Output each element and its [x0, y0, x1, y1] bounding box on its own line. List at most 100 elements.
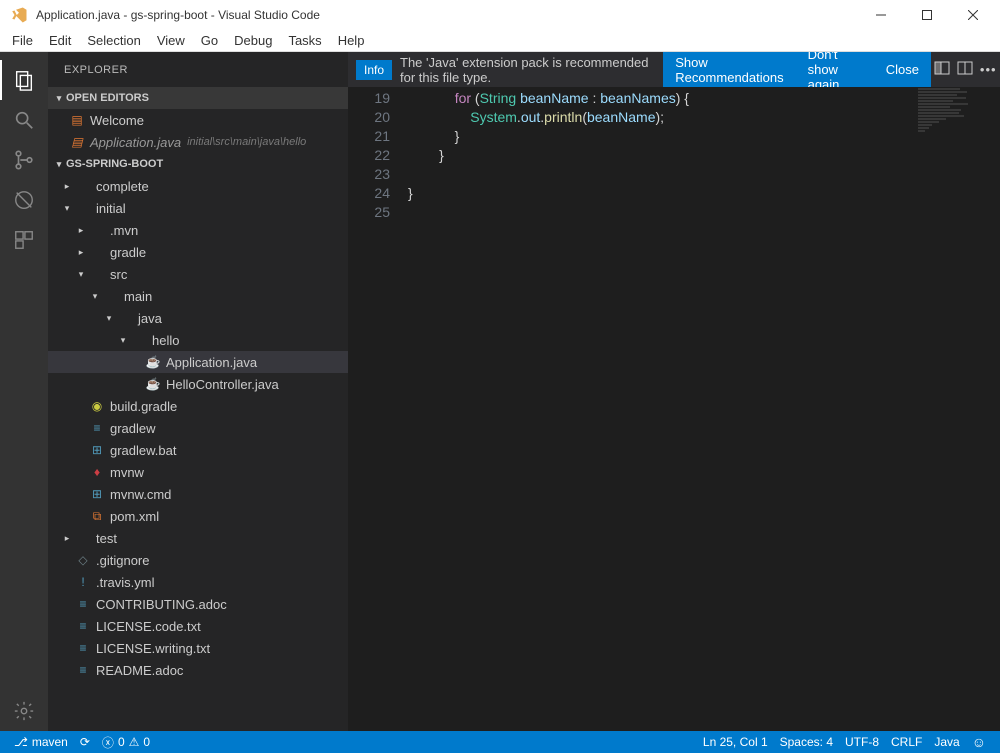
file-item[interactable]: ⊞mvnw.cmd — [48, 483, 348, 505]
file-type-icon: ◇ — [74, 553, 92, 567]
line-gutter: 19202122232425 — [348, 87, 408, 731]
file-type-icon: ♦ — [88, 465, 106, 479]
activity-search[interactable] — [0, 100, 48, 140]
menu-selection[interactable]: Selection — [79, 31, 148, 50]
menu-tasks[interactable]: Tasks — [280, 31, 329, 50]
open-editors-header[interactable]: ▾ OPEN EDITORS — [48, 87, 348, 109]
file-type-icon: ☕ — [144, 377, 162, 391]
window-minimize-button[interactable] — [858, 0, 904, 30]
notification-action-close[interactable]: Close — [874, 52, 931, 87]
notification-action-don-t-show-again[interactable]: Don't show again — [796, 52, 874, 87]
notification-action-show-recommendations[interactable]: Show Recommendations — [663, 52, 795, 87]
open-editor-item[interactable]: ▤Application.javainitial\src\main\java\h… — [48, 131, 348, 153]
chevron-right-icon: ▸ — [74, 225, 88, 236]
file-item[interactable]: ♦mvnw — [48, 461, 348, 483]
status-spaces[interactable]: Spaces: 4 — [774, 735, 839, 749]
layout-icon[interactable] — [957, 60, 973, 79]
file-item[interactable]: ≡CONTRIBUTING.adoc — [48, 593, 348, 615]
file-item[interactable]: ⧉pom.xml — [48, 505, 348, 527]
status-branch[interactable]: ⎇ maven — [8, 735, 74, 749]
menu-view[interactable]: View — [149, 31, 193, 50]
chevron-down-icon: ▾ — [60, 203, 74, 214]
open-editor-item[interactable]: ▤Welcome — [48, 109, 348, 131]
folder-item[interactable]: ▸complete — [48, 175, 348, 197]
code-content[interactable]: for (String beanName : beanNames) { Syst… — [408, 87, 1000, 731]
status-problems[interactable]: ⓧ0 ⚠0 — [96, 734, 156, 751]
file-type-icon: ≡ — [88, 421, 106, 435]
file-item[interactable]: ◇.gitignore — [48, 549, 348, 571]
feedback-icon[interactable]: ☺ — [966, 734, 992, 750]
chevron-right-icon: ▸ — [60, 181, 74, 192]
file-item[interactable]: ≡gradlew — [48, 417, 348, 439]
activity-settings[interactable] — [0, 691, 48, 731]
status-encoding[interactable]: UTF-8 — [839, 735, 885, 749]
menu-help[interactable]: Help — [330, 31, 373, 50]
file-type-icon: ≡ — [74, 663, 92, 677]
split-editor-icon[interactable] — [934, 60, 950, 79]
chevron-down-icon: ▾ — [52, 159, 66, 170]
menu-edit[interactable]: Edit — [41, 31, 79, 50]
chevron-down-icon: ▾ — [74, 269, 88, 280]
activity-debug[interactable] — [0, 180, 48, 220]
window-close-button[interactable] — [950, 0, 996, 30]
activity-source-control[interactable] — [0, 140, 48, 180]
sidebar-title: EXPLORER — [48, 52, 348, 87]
notification-bar: Info The 'Java' extension pack is recomm… — [348, 52, 1000, 87]
status-sync[interactable]: ⟳ — [74, 735, 96, 749]
chevron-down-icon: ▾ — [88, 291, 102, 302]
chevron-right-icon: ▸ — [60, 533, 74, 544]
file-item[interactable]: ☕Application.java — [48, 351, 348, 373]
folder-item[interactable]: ▾src — [48, 263, 348, 285]
file-type-icon: ≡ — [74, 641, 92, 655]
menu-go[interactable]: Go — [193, 31, 226, 50]
file-type-icon: ⧉ — [88, 509, 106, 524]
file-icon: ▤ — [68, 113, 86, 127]
activity-extensions[interactable] — [0, 220, 48, 260]
file-type-icon: ◉ — [88, 399, 106, 413]
activity-bar — [0, 52, 48, 731]
error-icon: ⓧ — [102, 734, 114, 751]
chevron-down-icon: ▾ — [52, 93, 66, 104]
file-type-icon: ⊞ — [88, 443, 106, 457]
chevron-right-icon: ▸ — [74, 247, 88, 258]
folder-item[interactable]: ▸.mvn — [48, 219, 348, 241]
activity-explorer[interactable] — [0, 60, 48, 100]
file-item[interactable]: !.travis.yml — [48, 571, 348, 593]
code-editor[interactable]: 19202122232425 for (String beanName : be… — [348, 87, 1000, 731]
more-icon[interactable]: ••• — [980, 62, 997, 77]
window-maximize-button[interactable] — [904, 0, 950, 30]
status-language[interactable]: Java — [928, 735, 965, 749]
sync-icon: ⟳ — [80, 735, 90, 749]
file-item[interactable]: ⊞gradlew.bat — [48, 439, 348, 461]
window-title: Application.java - gs-spring-boot - Visu… — [36, 8, 320, 22]
folder-item[interactable]: ▾initial — [48, 197, 348, 219]
menu-file[interactable]: File — [4, 31, 41, 50]
file-item[interactable]: ≡README.adoc — [48, 659, 348, 681]
file-type-icon: ⊞ — [88, 487, 106, 501]
chevron-down-icon: ▾ — [102, 313, 116, 324]
file-type-icon: ≡ — [74, 619, 92, 633]
folder-item[interactable]: ▾hello — [48, 329, 348, 351]
folder-item[interactable]: ▸test — [48, 527, 348, 549]
folder-item[interactable]: ▾main — [48, 285, 348, 307]
folder-item[interactable]: ▾java — [48, 307, 348, 329]
git-branch-icon: ⎇ — [14, 735, 28, 749]
chevron-down-icon: ▾ — [116, 335, 130, 346]
menu-debug[interactable]: Debug — [226, 31, 280, 50]
file-item[interactable]: ☕HelloController.java — [48, 373, 348, 395]
minimap[interactable] — [914, 87, 984, 207]
file-item[interactable]: ≡LICENSE.writing.txt — [48, 637, 348, 659]
file-type-icon: ≡ — [74, 597, 92, 611]
file-type-icon: ! — [74, 575, 92, 589]
vscode-icon — [10, 5, 30, 25]
file-type-icon: ☕ — [144, 355, 162, 369]
file-icon: ▤ — [68, 135, 86, 149]
file-item[interactable]: ◉build.gradle — [48, 395, 348, 417]
status-eol[interactable]: CRLF — [885, 735, 928, 749]
file-item[interactable]: ≡LICENSE.code.txt — [48, 615, 348, 637]
explorer-sidebar: EXPLORER ▾ OPEN EDITORS ▤Welcome▤Applica… — [48, 52, 348, 731]
notification-text: The 'Java' extension pack is recommended… — [400, 55, 663, 85]
status-line-col[interactable]: Ln 25, Col 1 — [697, 735, 774, 749]
folder-item[interactable]: ▸gradle — [48, 241, 348, 263]
project-header[interactable]: ▾ GS-SPRING-BOOT — [48, 153, 348, 175]
